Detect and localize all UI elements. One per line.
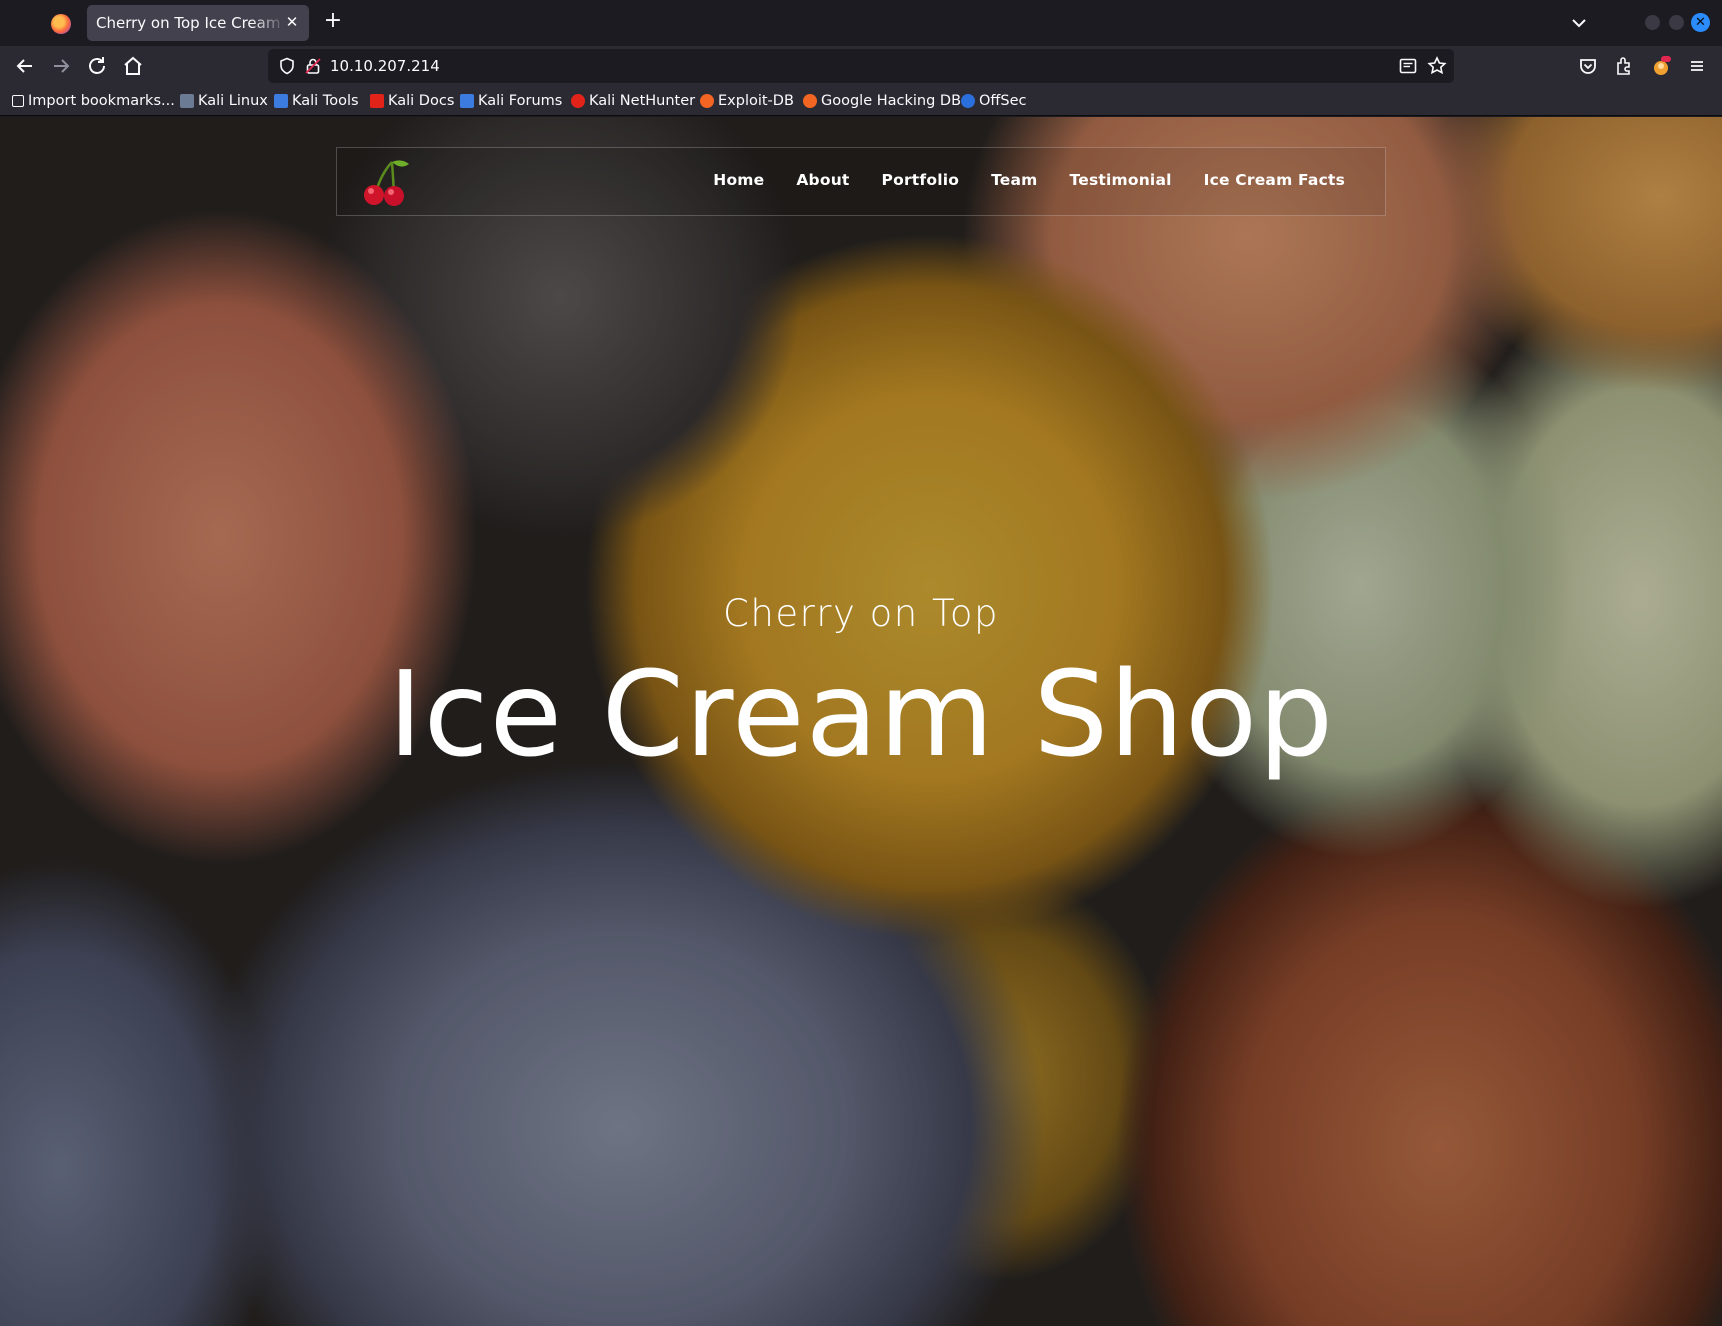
navigation-toolbar: 10.10.207.214 — [0, 46, 1722, 86]
tab-close-icon[interactable]: ✕ — [283, 13, 301, 31]
back-icon[interactable] — [13, 54, 37, 78]
kali-tools-icon — [274, 94, 288, 108]
menu-testimonial[interactable]: Testimonial — [1070, 171, 1172, 189]
bookmark-kali-tools[interactable]: Kali Tools — [274, 92, 359, 110]
address-bar[interactable]: 10.10.207.214 — [268, 49, 1454, 83]
bookmark-google-hacking-db[interactable]: Google Hacking DB — [803, 92, 961, 110]
tab-bar: Cherry on Top Ice Cream Shop ✕ + ✕ — [0, 0, 1722, 46]
kali-forums-icon — [460, 94, 474, 108]
bookmark-label: Kali Tools — [292, 93, 359, 109]
bookmark-import[interactable]: Import bookmarks... — [12, 92, 175, 110]
menu-home[interactable]: Home — [713, 171, 764, 189]
maximize-window-icon[interactable] — [1669, 15, 1684, 30]
new-tab-icon[interactable]: + — [321, 10, 345, 34]
bookmark-offsec[interactable]: OffSec — [961, 92, 1027, 110]
insecure-lock-icon[interactable] — [304, 57, 322, 75]
minimize-window-icon[interactable] — [1645, 15, 1660, 30]
bookmark-kali-forums[interactable]: Kali Forums — [460, 92, 562, 110]
offsec-icon — [961, 94, 975, 108]
url-text[interactable]: 10.10.207.214 — [330, 57, 440, 75]
firefox-logo-icon — [51, 14, 71, 34]
hero-title: Ice Cream Shop — [387, 645, 1335, 783]
site-header: Home About Portfolio Team Testimonial Ic… — [336, 147, 1386, 216]
bookmark-kali-linux[interactable]: Kali Linux — [180, 92, 268, 110]
menu-hamburger-icon[interactable] — [1685, 54, 1709, 78]
bookmark-label: OffSec — [979, 93, 1027, 109]
close-window-icon[interactable]: ✕ — [1691, 13, 1710, 32]
bookmark-star-icon[interactable] — [1427, 56, 1447, 76]
menu-team[interactable]: Team — [991, 171, 1037, 189]
shield-icon[interactable] — [278, 57, 296, 75]
bookmark-label: Google Hacking DB — [821, 93, 962, 109]
account-avatar-icon[interactable] — [1649, 54, 1673, 78]
bookmark-exploit-db[interactable]: Exploit-DB — [700, 92, 794, 110]
bookmark-label: Kali Linux — [198, 93, 268, 109]
chevron-down-icon[interactable] — [1567, 12, 1591, 34]
reader-view-icon[interactable] — [1399, 57, 1417, 75]
menu-portfolio[interactable]: Portfolio — [882, 171, 960, 189]
menu-ice-cream-facts[interactable]: Ice Cream Facts — [1204, 171, 1345, 189]
reload-icon[interactable] — [85, 54, 109, 78]
menu-about[interactable]: About — [796, 171, 849, 189]
active-tab[interactable]: Cherry on Top Ice Cream Shop ✕ — [87, 5, 309, 41]
bookmark-kali-docs[interactable]: Kali Docs — [370, 92, 454, 110]
home-icon[interactable] — [121, 54, 145, 78]
exploit-db-icon — [700, 94, 714, 108]
hero-subtitle: Cherry on Top — [723, 592, 999, 635]
kali-nethunter-icon — [571, 94, 585, 108]
page-viewport: Home About Portfolio Team Testimonial Ic… — [0, 117, 1722, 1326]
bookmark-label: Kali NetHunter — [589, 93, 696, 109]
bookmark-label: Exploit-DB — [718, 93, 794, 109]
extensions-icon[interactable] — [1612, 54, 1636, 78]
import-icon — [12, 95, 24, 107]
pocket-icon[interactable] — [1576, 54, 1600, 78]
bookmark-label: Import bookmarks... — [28, 93, 175, 109]
bookmark-kali-nethunter[interactable]: Kali NetHunter — [571, 92, 695, 110]
bookmark-label: Kali Docs — [388, 93, 455, 109]
kali-docs-icon — [370, 94, 384, 108]
bookmark-label: Kali Forums — [478, 93, 563, 109]
cherry-icon[interactable] — [359, 156, 409, 208]
ghdb-icon — [803, 94, 817, 108]
main-menu: Home About Portfolio Team Testimonial Ic… — [713, 171, 1345, 189]
forward-icon[interactable] — [49, 54, 73, 78]
bookmarks-toolbar: Import bookmarks... Kali Linux Kali Tool… — [0, 86, 1722, 116]
tab-title: Cherry on Top Ice Cream Shop — [96, 14, 286, 32]
kali-dragon-icon — [180, 94, 194, 108]
